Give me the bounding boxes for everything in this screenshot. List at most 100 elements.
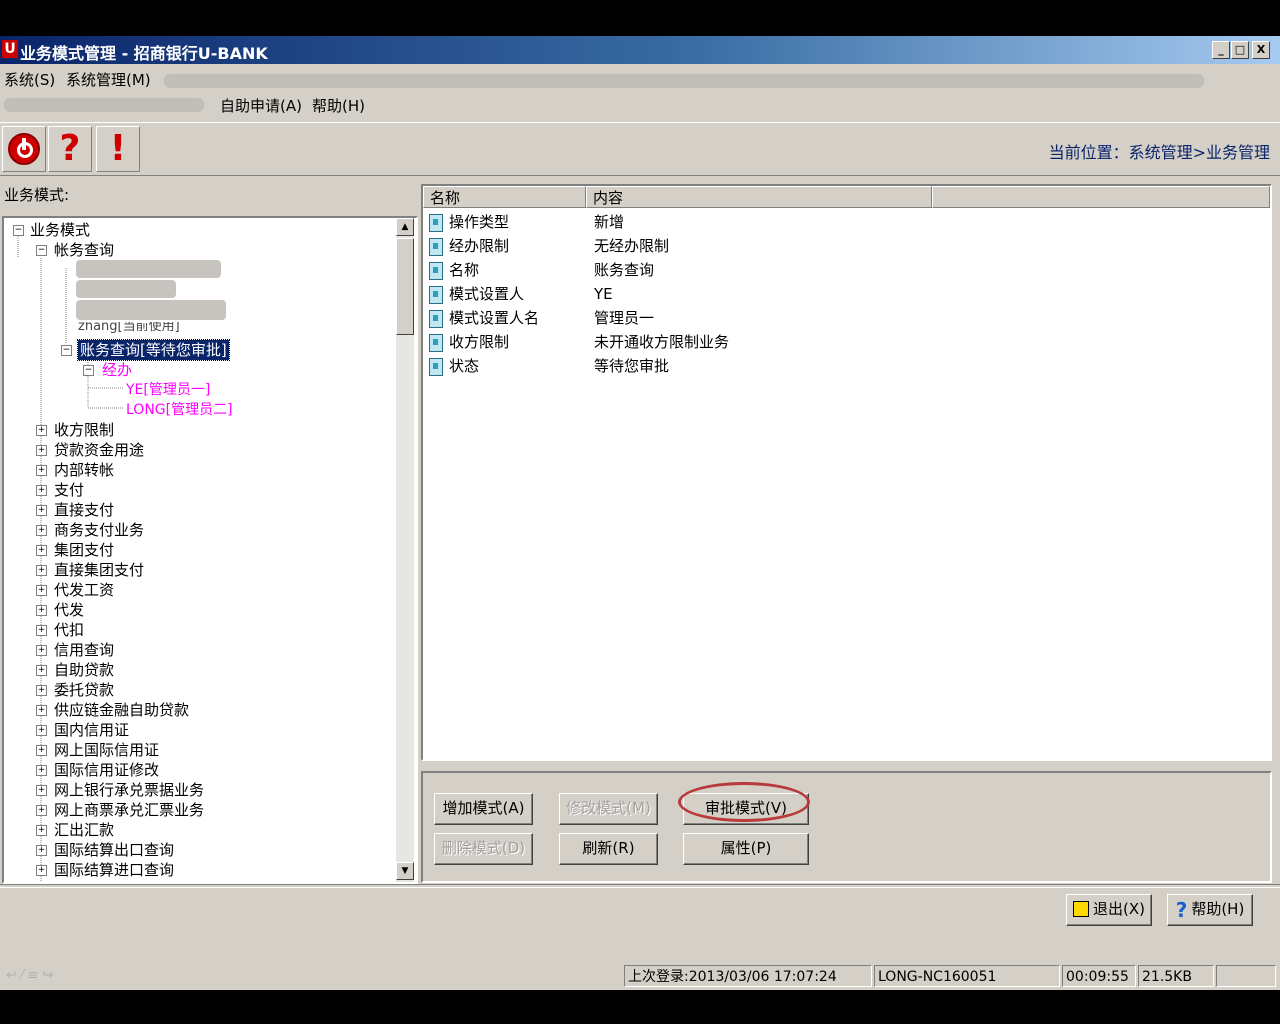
- list-row[interactable]: 名称 账务查询: [429, 258, 654, 282]
- menu-bar: 系统(S) 系统管理(M): [0, 66, 1280, 90]
- mode-tree-view[interactable]: − 业务模式 − 帐务查询 zhang[当前使用] − 账务查询[等待您审批] …: [2, 216, 418, 884]
- row-value: 无经办限制: [594, 237, 670, 255]
- delete-mode-button[interactable]: 删除模式(D): [434, 833, 533, 865]
- status-elapsed: 00:09:55: [1062, 965, 1136, 987]
- exit-button[interactable]: 退出(X): [1066, 894, 1152, 926]
- title-bar[interactable]: U 业务模式管理 - 招商银行U-BANK _ □ X: [0, 36, 1280, 64]
- expand-toggle[interactable]: +: [36, 745, 47, 756]
- expand-toggle[interactable]: +: [36, 625, 47, 636]
- list-row[interactable]: 状态 等待您审批: [429, 354, 669, 378]
- tree-node-category[interactable]: 收方限制: [54, 420, 114, 440]
- expand-toggle[interactable]: +: [36, 585, 47, 596]
- column-header-content[interactable]: 内容: [586, 186, 932, 208]
- expand-toggle[interactable]: +: [36, 705, 47, 716]
- tree-node-category[interactable]: 贷款资金用途: [54, 440, 144, 460]
- tree-node-category[interactable]: 国际结算进口查询: [54, 860, 174, 880]
- mode-detail-list[interactable]: 名称 内容 操作类型 新增 经办限制 无经办限制 名称 账务查询 模式设置人 YE 模式设置人名…: [421, 184, 1272, 761]
- expand-toggle[interactable]: +: [36, 665, 47, 676]
- menu-system[interactable]: 系统(S): [4, 69, 55, 90]
- expand-toggle[interactable]: +: [36, 645, 47, 656]
- help-button[interactable]: ? 帮助(H): [1167, 894, 1253, 926]
- tree-node-account-query[interactable]: 帐务查询: [54, 240, 114, 260]
- column-header-empty[interactable]: [932, 186, 1270, 208]
- list-row[interactable]: 收方限制 未开通收方限制业务: [429, 330, 729, 354]
- scroll-thumb[interactable]: [396, 238, 414, 335]
- tree-node-category[interactable]: 委托贷款: [54, 680, 114, 700]
- list-row[interactable]: 经办限制 无经办限制: [429, 234, 669, 258]
- tree-scrollbar[interactable]: ▲ ▼: [396, 218, 414, 882]
- minimize-button[interactable]: _: [1212, 41, 1230, 59]
- alert-toolbar-button[interactable]: !: [96, 126, 140, 172]
- row-value: 等待您审批: [594, 357, 670, 375]
- help-toolbar-button[interactable]: ?: [48, 126, 92, 172]
- expand-toggle[interactable]: +: [36, 605, 47, 616]
- row-value: 未开通收方限制业务: [594, 333, 730, 351]
- expand-toggle[interactable]: +: [36, 785, 47, 796]
- expand-toggle[interactable]: +: [36, 765, 47, 776]
- expand-toggle[interactable]: +: [36, 865, 47, 876]
- exit-toolbar-button[interactable]: [2, 126, 46, 172]
- tree-node-category[interactable]: 代发: [54, 600, 84, 620]
- modify-mode-button[interactable]: 修改模式(M): [559, 793, 658, 825]
- tree-node-category[interactable]: 网上商票承兑汇票业务: [54, 800, 204, 820]
- tree-node-category[interactable]: 内部转帐: [54, 460, 114, 480]
- properties-button[interactable]: 属性(P): [683, 833, 809, 865]
- tree-node-category[interactable]: 直接支付: [54, 500, 114, 520]
- tree-node-category[interactable]: 直接集团支付: [54, 560, 144, 580]
- expand-toggle[interactable]: +: [36, 565, 47, 576]
- tree-node-category[interactable]: 代扣: [54, 620, 84, 640]
- expand-toggle[interactable]: +: [36, 425, 47, 436]
- scroll-down-button[interactable]: ▼: [396, 862, 414, 880]
- tree-node-category[interactable]: 供应链金融自助贷款: [54, 700, 189, 720]
- tree-node-user[interactable]: LONG[管理员二]: [126, 400, 233, 420]
- tree-node-category[interactable]: 国内信用证: [54, 720, 129, 740]
- refresh-button[interactable]: 刷新(R): [559, 833, 658, 865]
- maximize-button[interactable]: □: [1231, 41, 1249, 59]
- column-header-name[interactable]: 名称: [423, 186, 586, 208]
- expand-toggle[interactable]: +: [36, 525, 47, 536]
- collapse-toggle[interactable]: −: [13, 225, 24, 236]
- list-row[interactable]: 模式设置人 YE: [429, 282, 613, 306]
- menu-help[interactable]: 帮助(H): [312, 95, 365, 116]
- tree-node-handler[interactable]: 经办: [102, 360, 132, 380]
- row-name: 模式设置人名: [449, 309, 540, 327]
- tree-node-category[interactable]: 信用查询: [54, 640, 114, 660]
- expand-toggle[interactable]: +: [36, 485, 47, 496]
- expand-toggle[interactable]: +: [36, 725, 47, 736]
- tree-node-pending[interactable]: 账务查询[等待您审批]: [77, 339, 230, 361]
- status-user: LONG-NC160051: [874, 965, 1060, 987]
- tree-node-category[interactable]: 代发工资: [54, 580, 114, 600]
- tree-node-category[interactable]: 网上银行承兑票据业务: [54, 780, 204, 800]
- close-button[interactable]: X: [1252, 41, 1270, 59]
- tree-node-current[interactable]: zhang[当前使用]: [78, 322, 180, 334]
- collapse-toggle[interactable]: −: [61, 345, 72, 356]
- tree-node-category[interactable]: 支付: [54, 480, 84, 500]
- tree-node-category[interactable]: 国际结算出口查询: [54, 840, 174, 860]
- expand-toggle[interactable]: +: [36, 505, 47, 516]
- tree-node-category[interactable]: 自助贷款: [54, 660, 114, 680]
- power-icon: [8, 133, 40, 165]
- expand-toggle[interactable]: +: [36, 445, 47, 456]
- tree-root[interactable]: 业务模式: [30, 220, 90, 240]
- add-mode-button[interactable]: 增加模式(A): [434, 793, 533, 825]
- list-row[interactable]: 操作类型 新增: [429, 210, 624, 234]
- status-bar: ↩ ⁄ ≡ ↪ 上次登录:2013/03/06 17:07:24 LONG-NC…: [0, 965, 1280, 989]
- tree-node-category[interactable]: 汇出汇款: [54, 820, 114, 840]
- tree-node-category[interactable]: 集团支付: [54, 540, 114, 560]
- collapse-toggle[interactable]: −: [83, 365, 94, 376]
- expand-toggle[interactable]: +: [36, 465, 47, 476]
- expand-toggle[interactable]: +: [36, 825, 47, 836]
- tree-node-category[interactable]: 网上国际信用证: [54, 740, 159, 760]
- menu-self-apply[interactable]: 自助申请(A): [220, 95, 302, 116]
- tree-node-category[interactable]: 商务支付业务: [54, 520, 144, 540]
- collapse-toggle[interactable]: −: [36, 245, 47, 256]
- expand-toggle[interactable]: +: [36, 845, 47, 856]
- menu-system-manage[interactable]: 系统管理(M): [66, 69, 151, 90]
- expand-toggle[interactable]: +: [36, 685, 47, 696]
- tree-node-user[interactable]: YE[管理员一]: [126, 380, 210, 400]
- tree-node-category[interactable]: 国际信用证修改: [54, 760, 159, 780]
- expand-toggle[interactable]: +: [36, 545, 47, 556]
- scroll-up-button[interactable]: ▲: [396, 218, 414, 236]
- list-row[interactable]: 模式设置人名 管理员一: [429, 306, 654, 330]
- expand-toggle[interactable]: +: [36, 805, 47, 816]
